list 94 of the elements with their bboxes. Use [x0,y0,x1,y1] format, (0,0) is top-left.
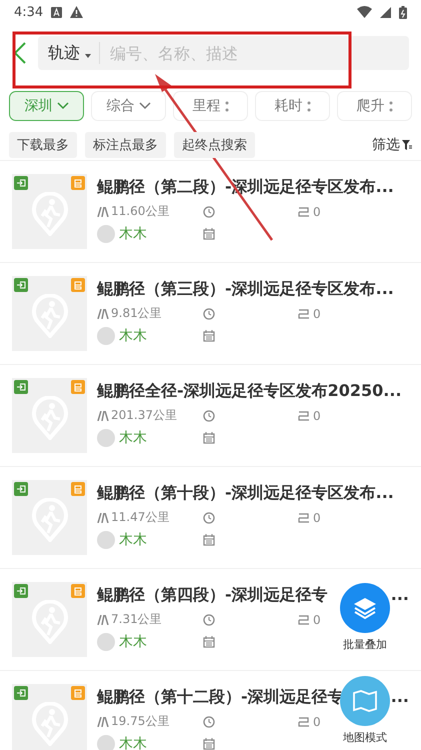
route-icon [97,206,109,216]
calendar-icon [203,432,215,444]
layers-icon [352,596,378,620]
author-avatar [97,225,115,243]
calendar-icon [203,738,215,750]
import-badge-icon [14,380,28,394]
calendar-icon [203,228,215,240]
status-time: 4:34 [14,4,44,20]
filter-chip[interactable]: 爬升 [337,91,412,121]
filter-chip[interactable]: 里程 [173,91,248,121]
chevron-down-icon [56,102,68,110]
author-name[interactable]: 木木 [119,327,147,345]
quick-tag[interactable]: 标注点最多 [85,132,166,158]
marker-count: 0 [313,510,321,524]
quick-tag[interactable]: 起终点搜索 [174,132,255,158]
clock-icon [203,716,215,728]
track-distance: 201.37公里 [111,407,177,424]
official-badge-icon [71,686,85,700]
marker-count-icon [298,614,310,624]
filter-chip[interactable]: 耗时 [255,91,330,121]
back-icon[interactable] [14,42,26,64]
author-name[interactable]: 木木 [119,531,147,549]
import-badge-icon [14,482,28,496]
track-item[interactable]: 鲲鹏径（第十段）-深圳远足径专区发布... 11.47公里 0 木木 [0,467,421,569]
track-item[interactable]: 鲲鹏径全径-深圳远足径专区发布20250... 201.37公里 0 木木 [0,365,421,467]
route-icon [97,716,109,726]
marker-count: 0 [313,612,321,626]
scope-dropdown[interactable]: 轨迹 [48,42,92,64]
marker-count: 0 [313,204,321,218]
sort-icon [388,100,392,112]
clock-icon [203,206,215,218]
route-icon [97,308,109,318]
track-item[interactable]: 鲲鹏径（第三段）-深圳远足径专区发布... 9.81公里 0 木木 [0,263,421,365]
author-avatar [97,735,115,750]
wifi-icon [357,6,372,18]
import-badge-icon [14,176,28,190]
funnel-icon [402,140,412,150]
author-avatar [97,429,115,447]
notification-icon [51,6,62,18]
route-icon [97,512,109,522]
marker-count: 0 [313,714,321,728]
marker-count-icon [298,716,310,726]
author-name[interactable]: 木木 [119,429,147,447]
marker-count-icon [298,512,310,522]
clock-icon [203,614,215,626]
calendar-icon [203,534,215,546]
official-badge-icon [71,278,85,292]
author-name[interactable]: 木木 [119,225,147,243]
filter-chip[interactable]: 综合 [91,91,166,121]
caret-icon [85,54,92,58]
official-badge-icon [71,380,85,394]
route-icon [97,614,109,624]
official-badge-icon [71,584,85,598]
sort-icon [224,100,228,112]
track-distance: 9.81公里 [111,305,162,322]
track-distance: 7.31公里 [111,611,162,628]
marker-count: 0 [313,306,321,320]
marker-count-icon [298,410,310,420]
calendar-icon [203,636,215,648]
battery-icon [399,6,407,18]
track-distance: 11.60公里 [111,203,170,220]
track-title: 鲲鹏径（第四段）-深圳远足径专 [97,585,328,606]
title-ellipsis: ... [390,585,409,606]
chevron-down-icon [138,102,150,110]
marker-count-icon [298,206,310,216]
marker-count-icon [298,308,310,318]
route-icon [97,410,109,420]
import-badge-icon [14,686,28,700]
track-title: 鲲鹏径（第十段）-深圳远足径专区发布... [97,483,394,504]
import-badge-icon [14,584,28,598]
author-name[interactable]: 木木 [119,633,147,651]
signal-icon [380,6,391,18]
track-distance: 11.47公里 [111,509,170,526]
track-title: 鲲鹏径（第三段）-深圳远足径专区发布... [97,279,394,300]
warning-icon [70,6,84,18]
track-title: 鲲鹏径全径-深圳远足径专区发布20250... [97,381,402,402]
official-badge-icon [71,482,85,496]
filter-button[interactable]: 筛选 [372,136,412,154]
track-distance: 19.75公里 [111,713,170,730]
calendar-icon [203,330,215,342]
map-icon [352,689,378,713]
sort-icon [306,100,310,112]
author-avatar [97,327,115,345]
quick-tag[interactable]: 下载最多 [9,132,77,158]
clock-icon [203,410,215,422]
title-ellipsis: ... [390,687,409,708]
import-badge-icon [14,278,28,292]
author-avatar [97,531,115,549]
official-badge-icon [71,176,85,190]
author-avatar [97,633,115,651]
clock-icon [203,308,215,320]
author-name[interactable]: 木木 [119,735,147,750]
clock-icon [203,512,215,524]
marker-count: 0 [313,408,321,422]
